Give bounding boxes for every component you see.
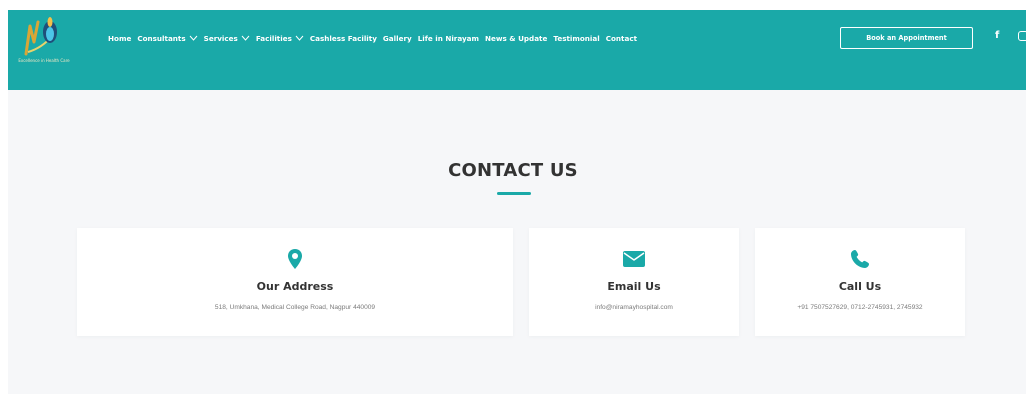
- navbar: Excellence in Health Care Home Consultan…: [8, 10, 1026, 90]
- nav-item-label: Services: [203, 33, 238, 43]
- facebook-icon[interactable]: f: [995, 30, 999, 41]
- nav-item-news-update[interactable]: News & Update: [485, 34, 547, 43]
- main-nav: Home Consultants Services Facilities Cas…: [108, 30, 643, 46]
- nav-item-label: News & Update: [485, 33, 548, 43]
- address-card-value: 518, Umkhana, Medical College Road, Nagp…: [214, 304, 376, 311]
- nav-item-home[interactable]: Home: [108, 34, 131, 43]
- book-appointment-button[interactable]: Book an Appointment: [840, 27, 973, 49]
- address-card-title: Our Address: [256, 280, 334, 293]
- call-card: Call Us +91 7507527629, 0712-2745931, 27…: [755, 228, 965, 336]
- nav-item-label: Home: [108, 33, 132, 43]
- email-card: Email Us info@niramayhospital.com: [529, 228, 739, 336]
- email-card-value[interactable]: info@niramayhospital.com: [529, 304, 739, 311]
- title-underline: [497, 192, 531, 195]
- logo-tagline: Excellence in Health Care: [18, 58, 70, 63]
- nav-item-cashless-facility[interactable]: Cashless Facility: [310, 34, 377, 43]
- nav-item-gallery[interactable]: Gallery: [383, 34, 412, 43]
- nav-item-label: Testimonial: [553, 33, 600, 43]
- phone-icon: [849, 248, 871, 270]
- nav-item-label: Life in Nirayam: [417, 33, 479, 43]
- nav-item-contact[interactable]: Contact: [606, 34, 637, 43]
- call-card-title: Call Us: [838, 280, 882, 293]
- chevron-down-icon: [295, 35, 304, 41]
- nav-item-life-in-nirayam[interactable]: Life in Nirayam: [418, 34, 479, 43]
- call-card-value[interactable]: +91 7507527629, 0712-2745931, 2745932: [755, 304, 965, 311]
- chevron-down-icon: [241, 35, 250, 41]
- location-pin-icon: [284, 248, 306, 270]
- nav-item-consultants[interactable]: Consultants: [137, 33, 198, 43]
- nav-item-label: Consultants: [137, 33, 186, 43]
- nav-item-label: Cashless Facility: [309, 33, 377, 43]
- nav-item-label: Contact: [605, 33, 638, 43]
- nav-item-testimonial[interactable]: Testimonial: [553, 34, 599, 43]
- logo[interactable]: Excellence in Health Care: [8, 14, 80, 70]
- email-card-title: Email Us: [607, 280, 661, 293]
- nav-item-label: Gallery: [382, 33, 412, 43]
- logo-mark-icon: [24, 17, 57, 56]
- page: Excellence in Health Care Home Consultan…: [8, 10, 1026, 394]
- chevron-down-icon: [189, 35, 198, 41]
- nav-item-label: Facilities: [255, 33, 292, 43]
- nav-item-facilities[interactable]: Facilities: [256, 34, 304, 43]
- contact-section-title: CONTACT US: [448, 160, 578, 181]
- nav-item-services[interactable]: Services: [204, 34, 250, 43]
- address-card: Our Address 518, Umkhana, Medical Colleg…: [77, 228, 513, 336]
- envelope-icon: [623, 248, 645, 270]
- instagram-icon[interactable]: [1018, 31, 1026, 41]
